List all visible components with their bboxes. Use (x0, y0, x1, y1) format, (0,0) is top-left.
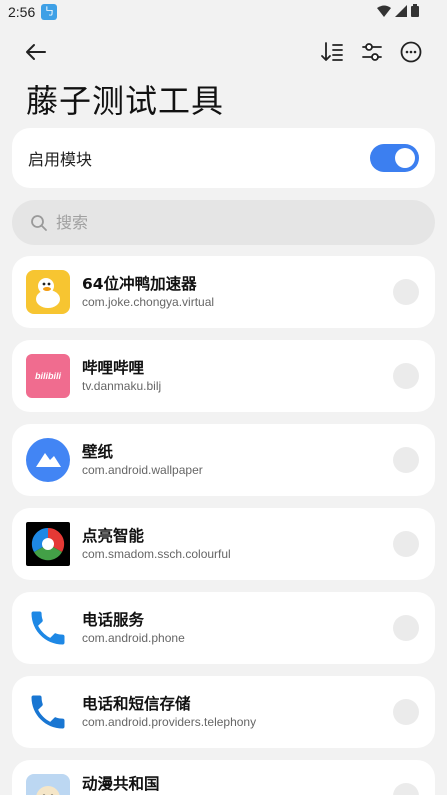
app-select-radio[interactable] (393, 615, 419, 641)
toggle-knob (395, 148, 415, 168)
enable-module-card: 启用模块 (12, 128, 435, 188)
app-name: 哔哩哔哩 (82, 359, 145, 377)
app-package: com.android.providers.telephony (82, 715, 257, 729)
search-icon (31, 214, 47, 231)
anime-app-icon (26, 774, 70, 795)
app-name: 电话和短信存储 (82, 695, 191, 713)
app-list-item[interactable]: 64位冲鸭加速器 com.joke.chongya.virtual (12, 256, 435, 328)
enable-module-toggle[interactable] (370, 144, 419, 172)
more-button[interactable] (395, 36, 427, 68)
sliders-icon (362, 43, 382, 61)
color-wheel-app-icon (26, 522, 70, 566)
app-list-item[interactable]: 动漫共和国 (12, 760, 435, 795)
status-icons (377, 4, 419, 17)
sort-icon (321, 42, 343, 61)
battery-icon (411, 4, 419, 17)
app-package: com.smadom.ssch.colourful (82, 547, 231, 561)
search-input[interactable] (56, 213, 356, 232)
notification-app-icon: ㇉ (41, 4, 58, 20)
app-name: 动漫共和国 (82, 775, 160, 793)
app-name: 64位冲鸭加速器 (82, 275, 197, 293)
page-title: 藤子测试工具 (26, 82, 225, 120)
app-list-item[interactable]: bilibili 哔哩哔哩 tv.danmaku.bilj (12, 340, 435, 412)
top-toolbar (0, 36, 447, 68)
app-list-item[interactable]: 电话和短信存储 com.android.providers.telephony (12, 676, 435, 748)
app-select-radio[interactable] (393, 699, 419, 725)
app-select-radio[interactable] (393, 447, 419, 473)
app-select-radio[interactable] (393, 531, 419, 557)
app-select-radio[interactable] (393, 279, 419, 305)
app-name: 电话服务 (82, 611, 145, 629)
app-select-radio[interactable] (393, 363, 419, 389)
app-select-radio[interactable] (393, 783, 419, 795)
app-package: tv.danmaku.bilj (82, 379, 162, 393)
back-button[interactable] (20, 36, 52, 68)
app-list-item[interactable]: 电话服务 com.android.phone (12, 592, 435, 664)
app-list-item[interactable]: 点亮智能 com.smadom.ssch.colourful (12, 508, 435, 580)
status-time: 2:56 (8, 4, 36, 20)
arrow-left-icon (26, 44, 46, 60)
app-package: com.android.phone (82, 631, 185, 645)
phone-app-icon (26, 606, 70, 650)
app-name: 壁纸 (82, 443, 114, 461)
phone-app-icon (26, 690, 70, 734)
more-horizontal-icon (400, 41, 422, 63)
app-package: com.android.wallpaper (82, 463, 203, 477)
app-name: 点亮智能 (82, 527, 145, 545)
duck-app-icon (26, 270, 70, 314)
bilibili-app-icon: bilibili (26, 354, 70, 398)
signal-icon (395, 4, 407, 17)
search-bar (12, 200, 435, 245)
wallpaper-app-icon (26, 438, 70, 482)
wifi-icon (377, 5, 391, 17)
sort-button[interactable] (316, 36, 348, 68)
enable-module-label: 启用模块 (28, 150, 93, 169)
app-list-item[interactable]: 壁纸 com.android.wallpaper (12, 424, 435, 496)
status-bar: 2:56 ㇉ (0, 0, 447, 24)
filter-button[interactable] (356, 36, 388, 68)
app-package: com.joke.chongya.virtual (82, 295, 215, 309)
